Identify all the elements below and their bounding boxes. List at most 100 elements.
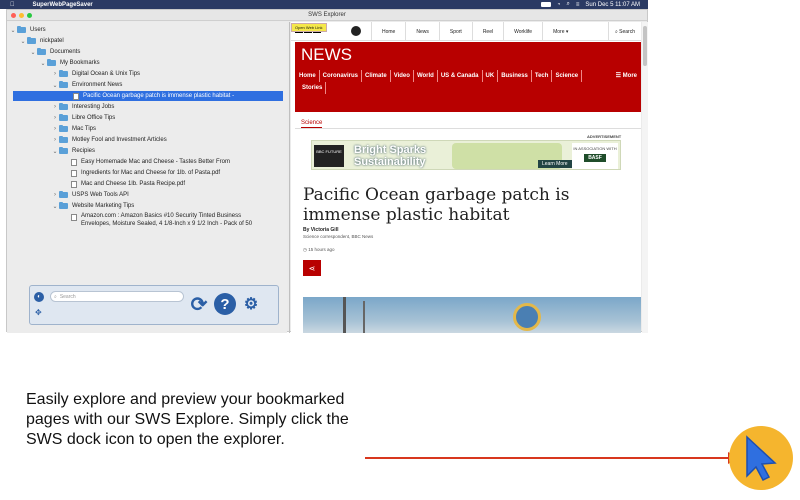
chevron-right-icon[interactable]: › [51,192,59,198]
nav-link-worklife[interactable]: Worklife [503,22,542,41]
chevron-down-icon[interactable]: ⌄ [9,27,17,34]
chevron-down-icon[interactable]: ⌄ [39,60,47,67]
news-logo[interactable]: NEWS [301,45,352,65]
chevron-down-icon[interactable]: ⌄ [51,82,59,89]
spotlight-icon[interactable]: ⌕ [567,1,570,8]
news-nav-us-canada[interactable]: US & Canada [438,70,483,82]
ad-learn-more-button[interactable]: Learn More [538,160,572,168]
article-byline: By Victoria Gill [303,227,339,233]
chevron-right-icon[interactable]: › [51,71,59,77]
account-icon[interactable] [351,26,361,36]
tree-item-pacific-ocean-file[interactable]: Pacific Ocean garbage patch is immense p… [13,91,283,101]
search-placeholder: Search [59,293,76,300]
news-more-menu[interactable]: ☰ More [616,70,637,82]
tree-label: Website Marketing Tips [72,203,135,209]
news-banner: NEWS Home Coronavirus Climate Video Worl… [295,42,641,112]
control-center-icon[interactable]: ≡ [576,2,580,8]
tree-item-recipe-3[interactable]: Mac and Cheese 1lb. Pasta Recipe.pdf [71,179,185,189]
bbc-future-logo: BBC FUTURE [314,145,344,167]
caption-text: Easily explore and preview your bookmark… [26,391,349,448]
chevron-down-icon[interactable]: ⌄ [29,49,37,56]
top-nav-links: Home News Sport Reel Worklife More ▾ [371,22,578,41]
ad-label: ADVERTISEMENT [587,134,622,139]
tree-item-usps[interactable]: › USPS Web Tools API [51,190,129,200]
tree-item-documents[interactable]: ⌄ Documents [29,47,80,57]
news-nav-coronavirus[interactable]: Coronavirus [320,70,363,82]
sws-logo-icon[interactable]: ◐ [34,292,44,302]
app-name-menu[interactable]: SuperWebPageSaver [33,2,93,8]
move-handle-icon[interactable]: ✥ [35,308,42,317]
chevron-right-icon[interactable]: › [51,137,59,143]
tree-item-nickpatel[interactable]: ⌄ nickpatel [19,36,64,46]
news-nav-climate[interactable]: Climate [362,70,391,82]
folder-icon [59,147,68,154]
site-search[interactable]: ⌕ Search [607,22,641,41]
open-web-link-button[interactable]: Open Web Link [291,23,327,32]
tree-item-interesting-jobs[interactable]: › Interesting Jobs [51,102,114,112]
tree-item-digital-ocean[interactable]: › Digital Ocean & Unix Tips [51,69,140,79]
split-divider[interactable] [289,22,290,333]
help-button[interactable]: ? [214,293,236,315]
tree-label: Mac and Cheese 1lb. Pasta Recipe.pdf [81,181,186,187]
scrollbar-thumb[interactable] [643,26,647,66]
bbc-top-nav: Open Web Link Home News Sport Reel Workl… [291,22,641,41]
news-nav-business[interactable]: Business [498,70,532,82]
nav-link-more[interactable]: More ▾ [542,22,578,41]
news-nav-world[interactable]: World [414,70,438,82]
nav-link-sport[interactable]: Sport [438,22,472,41]
tree-item-website-marketing[interactable]: ⌄ Website Marketing Tips [51,201,134,211]
nav-link-reel[interactable]: Reel [471,22,503,41]
chevron-right-icon[interactable]: › [51,104,59,110]
tree-label: My Bookmarks [60,60,100,66]
chevron-down-icon[interactable]: ⌄ [51,203,59,210]
nav-link-news[interactable]: News [405,22,439,41]
nav-link-home[interactable]: Home [371,22,405,41]
chevron-down-icon[interactable]: ⌄ [19,38,27,45]
tree-item-amazon[interactable]: Amazon.com : Amazon Basics #10 Security … [71,212,252,232]
search-field[interactable]: ⌕ Search [50,291,184,302]
tree-item-environment-news[interactable]: ⌄ Environment News [51,80,122,90]
tree-label: USPS Web Tools API [72,192,129,198]
wifi-icon[interactable]: ◔ [557,2,561,8]
sidebar: ⌄ Users ⌄ nickpatel ⌄ Documents ⌄ My Bookmar… [7,22,287,333]
clock[interactable]: Sun Dec 5 11:07 AM [585,2,640,8]
apple-icon[interactable]:  [10,2,15,8]
article-title: Pacific Ocean garbage patch is immense p… [303,185,570,225]
web-preview: Open Web Link Home News Sport Reel Workl… [291,22,641,333]
site-search-label: Search [619,28,635,35]
file-icon [71,214,77,221]
news-nav-uk[interactable]: UK [483,70,499,82]
battery-icon[interactable] [540,2,551,7]
tree-item-libre-office[interactable]: › Libre Office Tips [51,113,115,123]
news-nav-science[interactable]: Science [552,70,583,82]
tree-item-users[interactable]: ⌄ Users [9,25,46,35]
chevron-down-icon[interactable]: ⌄ [51,148,59,155]
refresh-button[interactable]: ⟳ [188,293,210,316]
share-button[interactable]: ⋖ [303,260,321,276]
tree-item-motley-fool[interactable]: › Motley Fool and Investment Articles [51,135,167,145]
settings-tools-button[interactable]: ⚙ [240,293,262,315]
section-tab-science[interactable]: Science [301,120,323,128]
chevron-right-icon[interactable]: › [51,126,59,132]
tree-item-my-bookmarks[interactable]: ⌄ My Bookmarks [39,58,100,68]
sws-dock-icon[interactable] [729,426,793,490]
photo-rigging [363,301,365,333]
chevron-right-icon[interactable]: › [51,115,59,121]
folder-icon [59,136,68,143]
share-icon: ⋖ [308,263,316,273]
ad-headline: Bright Sparks Sustainability [354,144,426,168]
tree-item-recipe-1[interactable]: Easy Homemade Mac and Cheese - Tastes Be… [71,157,230,167]
news-nav-home[interactable]: Home [299,70,320,82]
tree-item-recipe-2[interactable]: Ingredients for Mac and Cheese for 1lb. … [71,168,220,178]
tree-item-recipies[interactable]: ⌄ Recipies [51,146,95,156]
folder-icon [47,59,56,66]
news-nav-stories[interactable]: Stories [299,82,327,94]
tree-item-mac-tips[interactable]: › Mac Tips [51,124,96,134]
basf-logo: BASF [584,154,606,162]
advertisement-banner[interactable]: BBC FUTURE Bright Sparks Sustainability … [311,140,621,170]
article-photo [303,297,641,333]
tree-label: Mac Tips [72,126,97,132]
preview-scrollbar[interactable] [642,22,648,333]
news-nav-video[interactable]: Video [391,70,414,82]
news-nav-tech[interactable]: Tech [532,70,553,82]
